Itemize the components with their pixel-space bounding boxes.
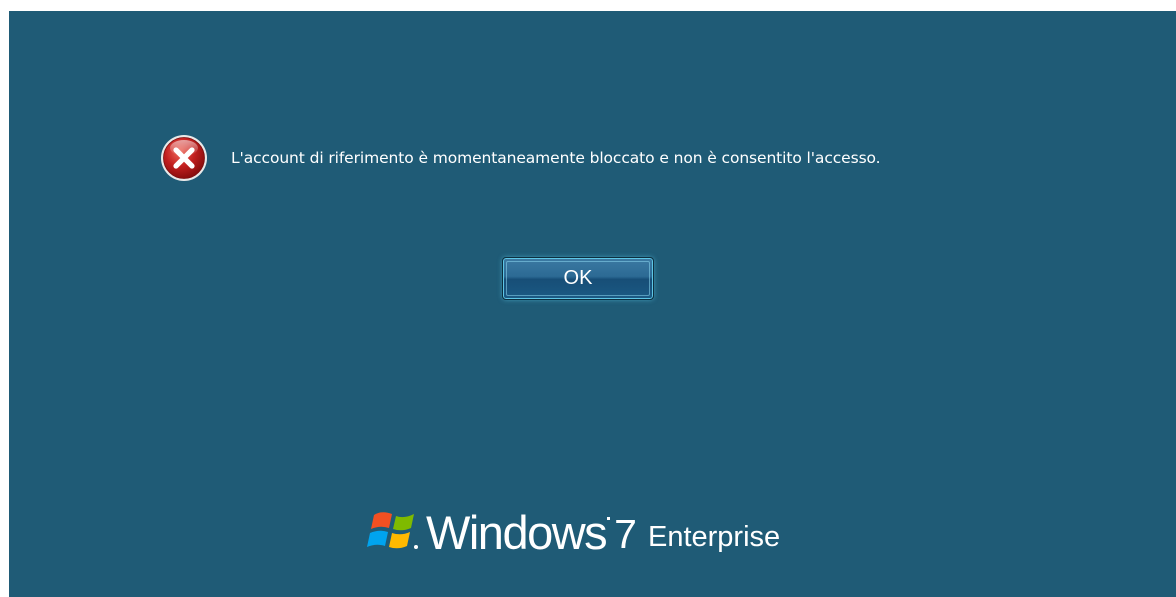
windows-version: 7 <box>607 511 637 557</box>
ok-button-label: OK <box>563 267 593 289</box>
windows-flag-icon <box>367 512 418 549</box>
error-message-text: L'account di riferimento è momentaneamen… <box>231 149 881 167</box>
windows-edition: Enterprise <box>647 521 781 553</box>
error-message-row: L'account di riferimento è momentaneamen… <box>159 133 881 183</box>
windows-branding: Windows 7 Enterprise <box>366 496 780 556</box>
error-icon <box>161 135 207 181</box>
windows-wordmark: Windows <box>426 506 608 559</box>
ok-button[interactable]: OK <box>502 257 654 300</box>
logon-screen: L'account di riferimento è momentaneamen… <box>9 11 1176 597</box>
